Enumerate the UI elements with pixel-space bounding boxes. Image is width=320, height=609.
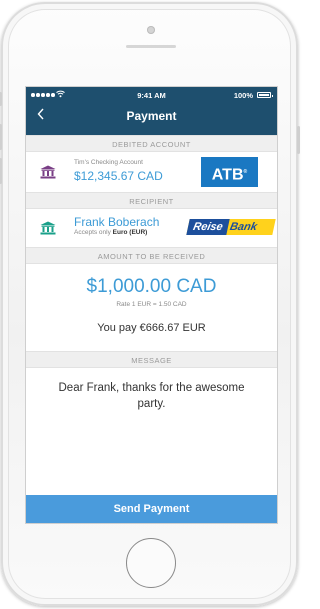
debited-account-header: DEBITED ACCOUNT [26, 135, 277, 152]
bank-building-icon [40, 221, 56, 235]
amount-section: $1,000.00 CAD Rate 1 EUR = 1.50 CAD You … [26, 264, 277, 351]
recipient-row[interactable]: Frank Boberach Accepts only Euro (EUR) R… [26, 209, 277, 247]
recipient-name: Frank Boberach [74, 215, 160, 229]
message-header: MESSAGE [26, 351, 277, 368]
volume-up-button [0, 124, 2, 150]
recipient-currency-note: Accepts only Euro (EUR) [74, 229, 148, 236]
debited-account-row[interactable]: Tim's Checking Account $12,345.67 CAD AT… [26, 152, 277, 192]
battery-icon [257, 92, 273, 98]
debited-account-name: Tim's Checking Account [74, 159, 143, 166]
volume-down-button [0, 158, 2, 184]
home-button[interactable] [126, 538, 176, 588]
front-camera [147, 26, 155, 34]
recipient-header: RECIPIENT [26, 192, 277, 209]
page-title: Payment [126, 109, 177, 123]
battery-percentage: 100% [233, 91, 253, 100]
message-section[interactable]: Dear Frank, thanks for the awesome party… [26, 368, 277, 412]
status-bar: 9:41 AM 100% [26, 87, 277, 103]
earpiece-speaker [126, 45, 176, 48]
power-button [297, 126, 300, 154]
exchange-rate: Rate 1 EUR = 1.50 CAD [116, 301, 187, 308]
phone-frame: 9:41 AM 100% Payment DEBITED ACCOUNT Tim… [0, 2, 300, 606]
reisebank-logo: Reise Bank [186, 219, 276, 235]
send-payment-button[interactable]: Send Payment [26, 495, 277, 523]
message-text[interactable]: Dear Frank, thanks for the awesome party… [26, 380, 277, 412]
bank-building-icon [40, 165, 56, 179]
navigation-bar: 9:41 AM 100% Payment [26, 87, 277, 135]
mute-switch [0, 92, 2, 106]
you-pay-amount: You pay €666.67 EUR [97, 322, 206, 334]
debited-account-balance: $12,345.67 CAD [74, 169, 163, 183]
amount-received[interactable]: $1,000.00 CAD [26, 276, 277, 298]
atb-bank-logo: ATB® [201, 157, 258, 187]
app-screen: 9:41 AM 100% Payment DEBITED ACCOUNT Tim… [26, 87, 277, 523]
amount-header: AMOUNT TO BE RECEIVED [26, 247, 277, 264]
